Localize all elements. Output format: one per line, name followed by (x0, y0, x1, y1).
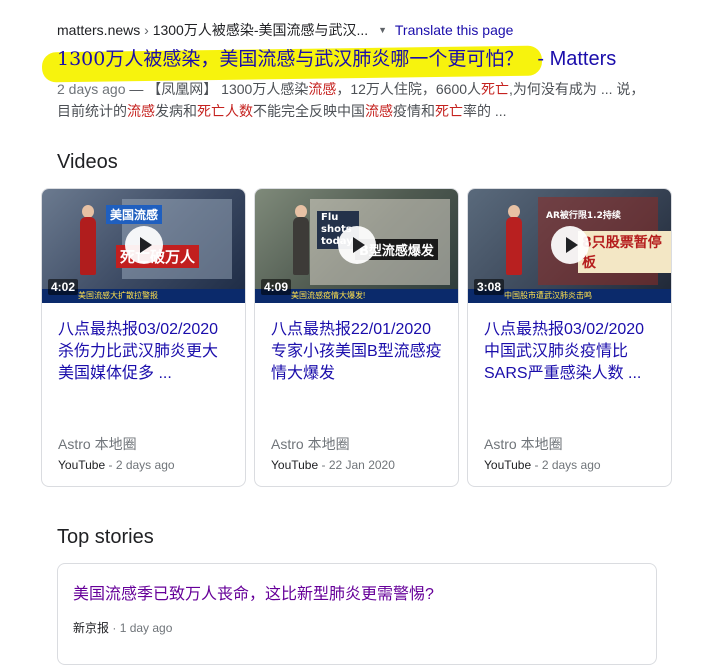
ticker-text: 美国流感大扩散拉警报 (78, 291, 158, 300)
video-source: YouTube (484, 458, 532, 472)
video-age: 2 days ago (541, 458, 601, 472)
result-title-link[interactable]: 1300万人被感染，美国流感与武汉肺炎哪一个更可怕？ - Matters (57, 44, 657, 74)
story-age: 1 day ago (119, 621, 173, 635)
snippet-date: 2 days ago (57, 81, 126, 97)
video-title[interactable]: 八点最热报03/02/2020 杀伤力比武汉肺炎更大 美国媒体促多 ... (58, 319, 234, 385)
result-site-name[interactable]: - Matters (537, 48, 616, 70)
translate-link[interactable]: Translate this page (395, 22, 514, 38)
meta-dash: - (531, 458, 542, 472)
video-duration: 4:09 (261, 279, 292, 295)
video-title[interactable]: 八点最热报22/01/2020 专家小孩美国B型流感疫情大爆发 (271, 319, 447, 385)
video-duration: 3:08 (474, 279, 505, 295)
videos-heading: Videos (57, 151, 118, 173)
video-card[interactable]: AR被行限1.2持续 8只股票暂停板 中国股市遭武汉肺炎击鸣 3:08 八点最热… (467, 188, 672, 487)
snippet-text: 【凤凰网】 1300万人感染 (147, 81, 309, 97)
video-meta: YouTube - 22 Jan 2020 (271, 458, 395, 472)
play-icon[interactable] (338, 226, 376, 264)
search-result: matters.news › 1300万人被感染-美国流感与武汉... ▼ Tr… (41, 20, 657, 122)
caret-down-icon[interactable]: ▼ (378, 25, 387, 35)
snippet-text: 疫情和 (393, 103, 435, 119)
result-title-wrap: 1300万人被感染，美国流感与武汉肺炎哪一个更可怕？ - Matters (41, 44, 657, 83)
video-channel: Astro 本地圈 (58, 436, 137, 452)
result-snippet: 2 days ago — 【凤凰网】 1300万人感染流感，12万人住院，660… (57, 78, 657, 122)
story-meta: 新京报 · 1 day ago (73, 619, 172, 636)
top-stories-heading: Top stories (57, 526, 154, 548)
anchor-figure (506, 217, 522, 275)
snippet-text: ，12万人住院，6600人 (336, 81, 482, 97)
snippet-dash: — (125, 81, 148, 97)
snippet-emphasis: 死亡 (481, 81, 510, 97)
snippet-emphasis: 死亡 (435, 103, 463, 119)
result-title[interactable]: 1300万人被感染，美国流感与武汉肺炎哪一个更可怕？ (57, 48, 523, 70)
ticker-text: 中国股市遭武汉肺炎击鸣 (504, 291, 592, 300)
snippet-text: 发病和 (155, 103, 197, 119)
video-meta: YouTube - 2 days ago (484, 458, 601, 472)
video-thumbnail[interactable]: 美国流感 死亡破万人 美国流感大扩散拉警报 4:02 (42, 189, 245, 303)
snippet-emphasis: 流感 (365, 103, 393, 119)
meta-dash: - (105, 458, 116, 472)
video-title[interactable]: 八点最热报03/02/2020 中国武汉肺炎疫情比SARS严重感染人数 ... (484, 319, 660, 385)
cite-separator: › (140, 22, 153, 38)
video-card[interactable]: Flu shots today B型流感爆发 美国流感疫情大爆发! 4:09 八… (254, 188, 459, 487)
video-thumbnail[interactable]: AR被行限1.2持续 8只股票暂停板 中国股市遭武汉肺炎击鸣 3:08 (468, 189, 671, 303)
video-meta: YouTube - 2 days ago (58, 458, 175, 472)
snippet-text: 不能完全反映中国 (253, 103, 365, 119)
play-icon[interactable] (125, 226, 163, 264)
anchor-figure (293, 217, 309, 275)
ticker-text: 美国流感疫情大爆发! (291, 291, 366, 300)
video-source: YouTube (271, 458, 319, 472)
thumbnail-caption: AR被行限1.2持续 (546, 211, 621, 221)
video-source: YouTube (58, 458, 106, 472)
video-age: 2 days ago (115, 458, 175, 472)
story-source: 新京报 (73, 621, 110, 635)
video-age: 22 Jan 2020 (328, 458, 395, 472)
video-card[interactable]: 美国流感 死亡破万人 美国流感大扩散拉警报 4:02 八点最热报03/02/20… (41, 188, 246, 487)
snippet-text: 率的 ... (463, 103, 507, 119)
anchor-figure (80, 217, 96, 275)
video-channel: Astro 本地圈 (271, 436, 350, 452)
video-thumbnail[interactable]: Flu shots today B型流感爆发 美国流感疫情大爆发! 4:09 (255, 189, 458, 303)
snippet-emphasis: 流感 (127, 103, 155, 119)
story-title[interactable]: 美国流感季已致万人丧命，这比新型肺炎更需警惕? (73, 580, 434, 604)
result-cite-row: matters.news › 1300万人被感染-美国流感与武汉... ▼ Tr… (57, 20, 657, 40)
video-duration: 4:02 (48, 279, 79, 295)
thumbnail-caption: 8只股票暂停板 (578, 231, 671, 273)
play-icon[interactable] (551, 226, 589, 264)
snippet-emphasis: 死亡人数 (197, 103, 253, 119)
snippet-emphasis: 流感 (308, 81, 337, 97)
result-cite-path[interactable]: 1300万人被感染-美国流感与武汉... (153, 22, 368, 38)
result-cite[interactable]: matters.news (57, 22, 140, 38)
meta-dash: - (318, 458, 329, 472)
thumbnail-caption: 美国流感 (106, 205, 163, 224)
meta-dash: · (109, 621, 120, 635)
video-channel: Astro 本地圈 (484, 436, 563, 452)
